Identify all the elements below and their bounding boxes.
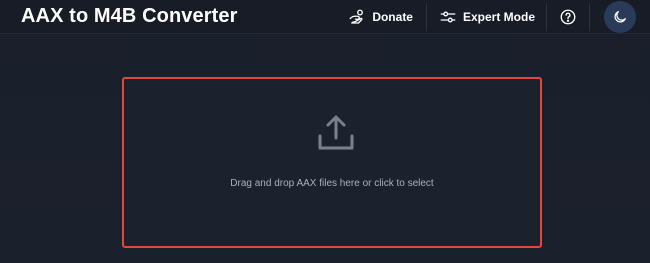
sliders-icon	[439, 8, 457, 26]
app-title: AAX to M4B Converter	[21, 5, 238, 27]
donate-button[interactable]: Donate	[338, 0, 426, 33]
file-dropzone[interactable]: Drag and drop AAX files here or click to…	[122, 77, 542, 248]
top-header: AAX to M4B Converter Donate Expert Mode	[0, 0, 650, 34]
hand-coin-icon	[348, 8, 366, 26]
expert-mode-label: Expert Mode	[462, 9, 535, 24]
moon-icon	[611, 8, 629, 26]
question-circle-icon	[559, 8, 577, 26]
header-divider	[589, 2, 590, 31]
expert-mode-button[interactable]: Expert Mode	[427, 0, 546, 33]
header-actions: Donate Expert Mode	[338, 0, 650, 33]
help-button[interactable]	[547, 0, 589, 33]
app-window: AAX to M4B Converter Donate Expert Mode …	[0, 0, 650, 263]
donate-label: Donate	[372, 9, 413, 24]
upload-icon	[314, 112, 358, 156]
theme-toggle-button[interactable]	[604, 0, 636, 33]
dropzone-instructions: Drag and drop AAX files here or click to…	[230, 178, 434, 189]
